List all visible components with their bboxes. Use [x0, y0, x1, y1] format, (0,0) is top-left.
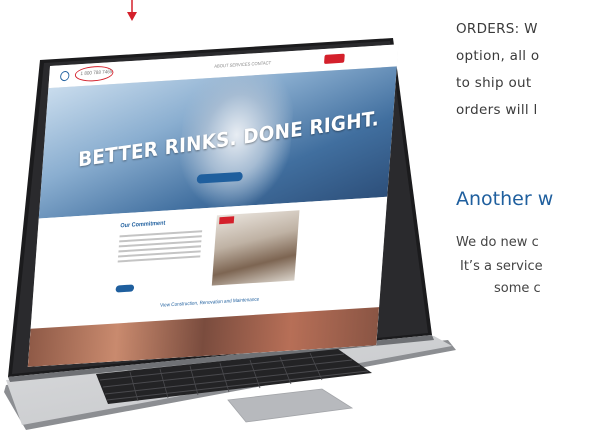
- laptop-image: 1 800 788 7465 ABOUT SERVICES CONTACT BE…: [0, 0, 460, 438]
- paragraph-line: to ship out: [456, 75, 532, 91]
- paragraph-line: We do new c: [456, 235, 539, 250]
- section-heading: Another w: [456, 188, 554, 210]
- trackpad: [227, 388, 354, 423]
- paragraph-line: It’s a service: [460, 259, 543, 274]
- photo-tag: [219, 216, 235, 225]
- site-nav-links: ABOUT SERVICES CONTACT: [214, 60, 272, 69]
- site-hero: BETTER RINKS. DONE RIGHT.: [38, 66, 397, 219]
- commitment-text-lines: [117, 230, 203, 265]
- paragraph-line: ORDERS: W: [456, 21, 538, 37]
- paragraph-line: orders will l: [456, 102, 538, 118]
- latest-projects-title: View Construction, Renovation and Mainte…: [159, 296, 260, 309]
- commitment-title: Our Commitment: [120, 220, 166, 230]
- site-logo-icon: [59, 70, 70, 82]
- commitment-button: [115, 284, 135, 293]
- site-content: Our Commitment View Construction, Renova…: [27, 196, 388, 367]
- article-column: ORDERS: W option, all o to ship out orde…: [456, 0, 607, 438]
- paragraph-line: some c: [494, 281, 541, 296]
- paragraph-line: option, all o: [456, 48, 540, 64]
- orders-paragraph: ORDERS: W option, all o to ship out orde…: [456, 16, 607, 124]
- website-screen: 1 800 788 7465 ABOUT SERVICES CONTACT BE…: [27, 44, 399, 367]
- site-quote-button: [323, 53, 345, 64]
